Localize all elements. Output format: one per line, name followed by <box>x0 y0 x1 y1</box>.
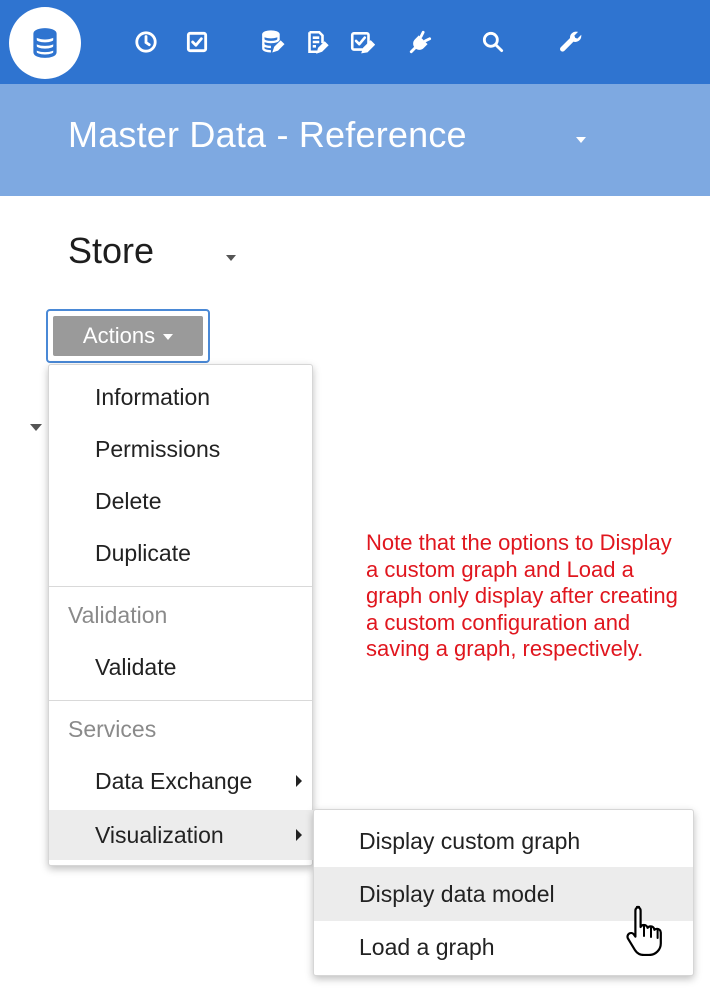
store-title[interactable]: Store <box>68 230 154 272</box>
annotation-note: Note that the options to Display a custo… <box>366 530 678 661</box>
hand-pointer-icon <box>626 905 662 956</box>
menu-header-label: Services <box>68 715 157 742</box>
menu-item-delete[interactable]: Delete <box>49 476 314 526</box>
submenu-item-display-custom-graph[interactable]: Display custom graph <box>314 815 693 867</box>
caret-down-icon <box>163 334 174 340</box>
checkbox-icon[interactable] <box>177 22 217 62</box>
menu-header-label: Validation <box>68 601 168 628</box>
menu-item-label: Permissions <box>95 435 221 462</box>
menu-header-services: Services <box>49 704 314 754</box>
menu-item-label: Visualization <box>95 821 224 848</box>
actions-button-label: Actions <box>82 323 156 348</box>
plug-icon[interactable] <box>401 22 441 62</box>
menu-divider <box>49 700 312 701</box>
chevron-down-icon[interactable] <box>226 255 236 261</box>
menu-item-data-exchange[interactable]: Data Exchange <box>49 756 314 806</box>
menu-header-validation: Validation <box>49 590 314 640</box>
search-icon[interactable] <box>473 22 513 62</box>
menu-item-information[interactable]: Information <box>49 372 314 422</box>
submenu-item-label: Display custom graph <box>359 827 581 854</box>
clock-icon[interactable] <box>126 22 166 62</box>
checklist-edit-icon[interactable] <box>342 22 382 62</box>
page-title[interactable]: Master Data - Reference <box>68 114 467 156</box>
menu-item-permissions[interactable]: Permissions <box>49 424 314 474</box>
submenu-item-label: Display data model <box>359 880 555 907</box>
actions-button[interactable]: Actions <box>46 309 210 363</box>
actions-button-face[interactable]: Actions <box>53 316 203 356</box>
top-toolbar <box>0 0 710 84</box>
chevron-down-icon[interactable] <box>576 137 586 143</box>
menu-divider <box>49 586 312 587</box>
tree-expand-icon[interactable] <box>30 424 42 431</box>
submenu-item-label: Load a graph <box>359 933 495 960</box>
menu-item-label: Information <box>95 383 211 410</box>
wrench-icon[interactable] <box>551 22 591 62</box>
menu-item-visualization[interactable]: Visualization <box>49 810 314 860</box>
chevron-right-icon <box>296 775 302 787</box>
database-edit-icon[interactable] <box>252 22 292 62</box>
database-icon[interactable] <box>9 7 81 79</box>
menu-item-label: Delete <box>95 487 162 514</box>
chevron-right-icon <box>296 829 302 841</box>
menu-item-label: Duplicate <box>95 539 191 566</box>
document-edit-icon[interactable] <box>296 22 336 62</box>
menu-item-duplicate[interactable]: Duplicate <box>49 528 314 578</box>
menu-item-label: Validate <box>95 653 177 680</box>
menu-item-label: Data Exchange <box>95 767 253 794</box>
menu-item-validate[interactable]: Validate <box>49 642 314 692</box>
actions-dropdown-menu: Information Permissions Delete Duplicate… <box>48 364 314 866</box>
